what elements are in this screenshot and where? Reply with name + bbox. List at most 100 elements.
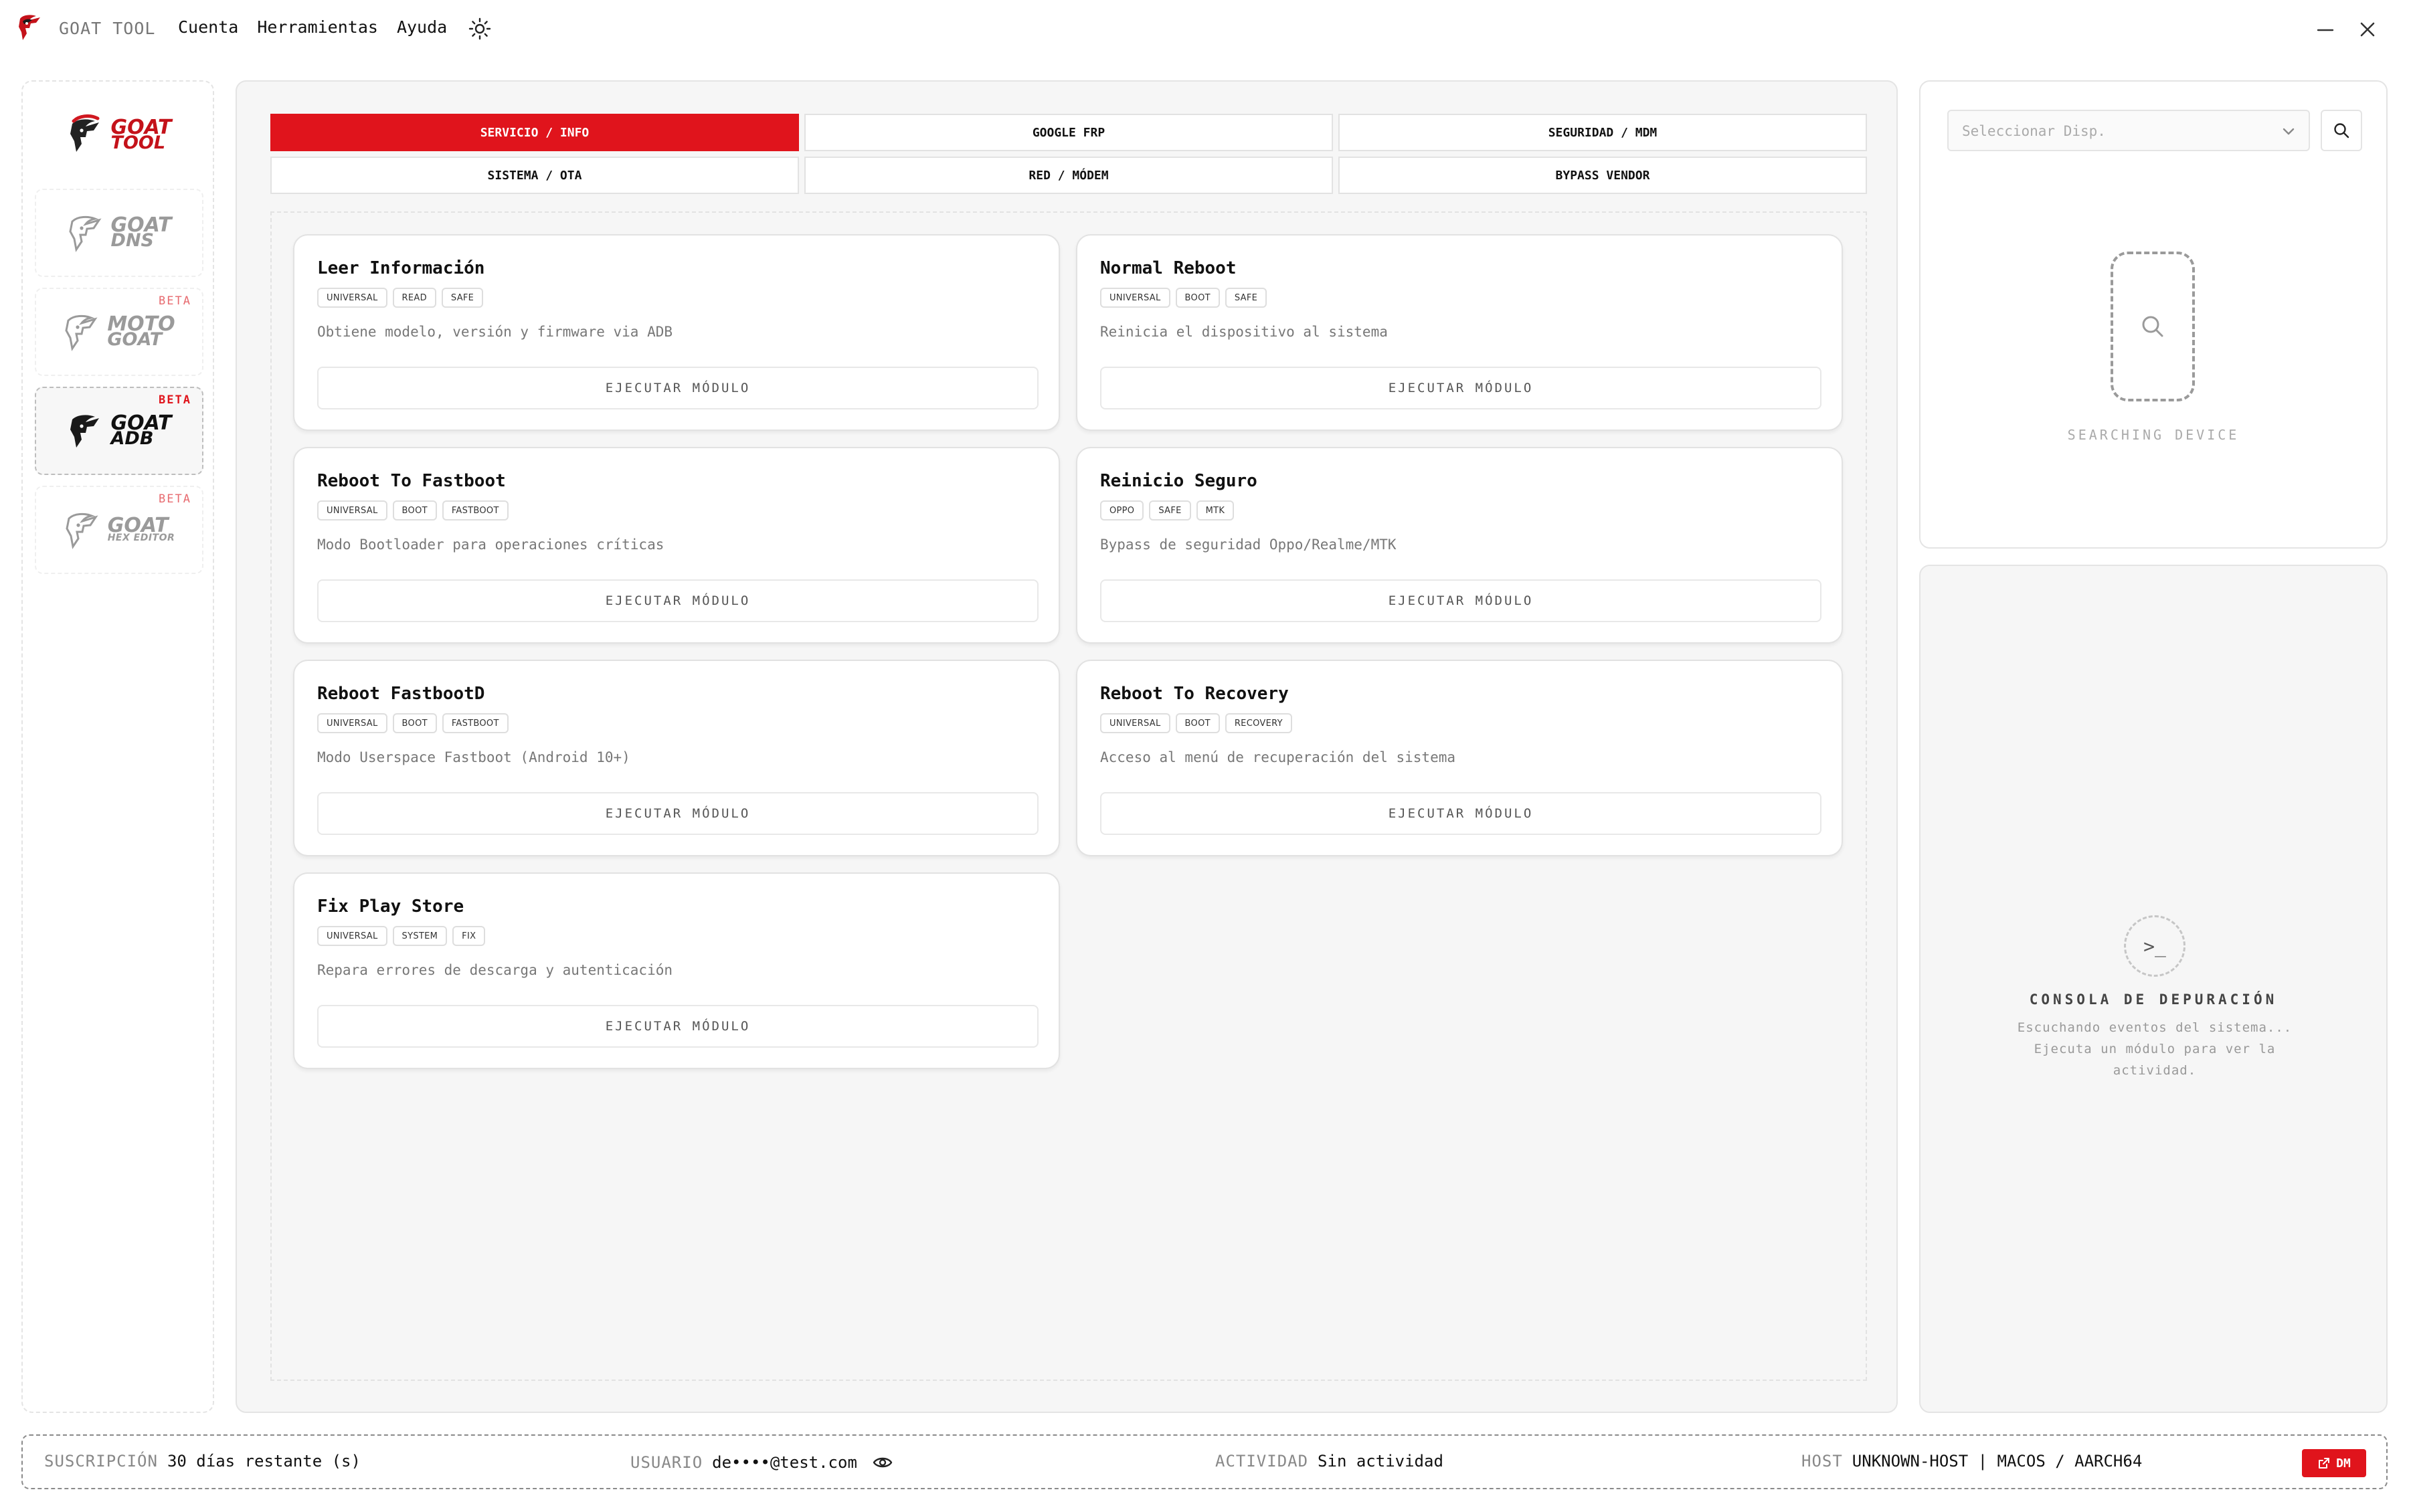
sidebar-item-moto-goat[interactable]: BETA MOTO GOAT [35, 288, 203, 376]
sidebar-item-goat-dns[interactable]: GOAT DNS [35, 189, 203, 277]
rail-brand-line2: HEX EDITOR [107, 532, 175, 543]
menu-bar: Cuenta Herramientas Ayuda [178, 17, 447, 37]
module-tag: MTK [1196, 500, 1235, 521]
menu-herramientas[interactable]: Herramientas [257, 17, 378, 37]
console-line: actividad. [2113, 1063, 2197, 1078]
module-title: Reboot To Recovery [1100, 684, 1289, 704]
module-tag: FASTBOOT [442, 713, 509, 733]
module-tags: UNIVERSAL SYSTEM FIX [317, 926, 486, 946]
module-tag: FASTBOOT [442, 500, 509, 521]
goat-head-icon [66, 512, 98, 549]
tool-sidebar: GOAT TOOL GOAT DNS BETA MOTO GOAT BETA G… [21, 80, 214, 1413]
module-tags: UNIVERSAL BOOT SAFE [1100, 288, 1267, 308]
run-module-button[interactable]: EJECUTAR MÓDULO [317, 579, 1039, 622]
dm-label: DM [2336, 1456, 2351, 1471]
console-line: Ejecuta un módulo para ver la [2034, 1042, 2276, 1056]
module-tags: UNIVERSAL READ SAFE [317, 288, 484, 308]
sun-icon[interactable] [468, 17, 491, 40]
device-status: SEARCHING DEVICE [2067, 427, 2240, 443]
module-description: Reinicia el dispositivo al sistema [1100, 324, 1388, 340]
chevron-down-icon [2283, 128, 2295, 135]
module-tag: READ [392, 288, 436, 308]
menu-ayuda[interactable]: Ayuda [397, 17, 447, 37]
goat-head-icon [70, 114, 100, 152]
module-tags: OPPO SAFE MTK [1100, 500, 1235, 521]
run-module-button[interactable]: EJECUTAR MÓDULO [317, 1005, 1039, 1048]
module-card: Leer Información UNIVERSAL READ SAFE Obt… [293, 234, 1060, 431]
search-device-button[interactable] [2321, 110, 2362, 151]
main-panel: SERVICIO / INFO GOOGLE FRP SEGURIDAD / M… [236, 80, 1898, 1413]
module-tag: UNIVERSAL [317, 288, 387, 308]
run-module-button[interactable]: EJECUTAR MÓDULO [317, 792, 1039, 835]
close-icon[interactable] [2357, 19, 2378, 40]
rail-brand-line1: GOAT [107, 513, 169, 537]
phone-placeholder [2111, 252, 2195, 401]
module-tag: UNIVERSAL [1100, 713, 1170, 733]
module-tag: SAFE [1149, 500, 1191, 521]
tab-seguridad-mdm[interactable]: SEGURIDAD / MDM [1338, 114, 1867, 151]
module-tags: UNIVERSAL BOOT FASTBOOT [317, 500, 509, 521]
module-description: Modo Userspace Fastboot (Android 10+) [317, 749, 630, 765]
module-title: Reboot To Fastboot [317, 471, 506, 491]
device-panel: Seleccionar Disp. SEARCHING DEVICE [1919, 80, 2388, 549]
console-line: Escuchando eventos del sistema... [2017, 1020, 2293, 1035]
debug-console: >_ CONSOLA DE DEPURACIÓN Escuchando even… [1919, 565, 2388, 1413]
module-card: Reboot To Recovery UNIVERSAL BOOT RECOVE… [1076, 660, 1843, 856]
run-module-button[interactable]: EJECUTAR MÓDULO [317, 367, 1039, 409]
module-card: Reboot FastbootD UNIVERSAL BOOT FASTBOOT… [293, 660, 1060, 856]
device-select[interactable]: Seleccionar Disp. [1947, 110, 2310, 151]
dm-button[interactable]: DM [2302, 1449, 2366, 1477]
user-value: de••••@test.com [712, 1453, 857, 1472]
module-title: Reinicio Seguro [1100, 471, 1257, 491]
terminal-icon: >_ [2124, 915, 2185, 977]
activity-status: ACTIVIDAD Sin actividad [1215, 1452, 1443, 1471]
run-module-button[interactable]: EJECUTAR MÓDULO [1100, 367, 1821, 409]
category-tabs: SERVICIO / INFO GOOGLE FRP SEGURIDAD / M… [270, 114, 1867, 194]
goat-logo-icon [19, 15, 40, 40]
module-tag: SAFE [1225, 288, 1267, 308]
goat-head-icon [65, 314, 98, 351]
module-tag: UNIVERSAL [1100, 288, 1170, 308]
module-title: Reboot FastbootD [317, 684, 485, 704]
tab-bypass-vendor[interactable]: BYPASS VENDOR [1338, 157, 1867, 194]
module-tag: RECOVERY [1225, 713, 1292, 733]
run-module-button[interactable]: EJECUTAR MÓDULO [1100, 579, 1821, 622]
goat-hex-editor-logo: GOAT HEX EDITOR [64, 509, 175, 551]
beta-badge: BETA [159, 294, 191, 308]
moto-goat-logo: MOTO GOAT [63, 311, 175, 353]
tab-google-frp[interactable]: GOOGLE FRP [804, 114, 1333, 151]
beta-badge: BETA [159, 492, 191, 506]
status-bar: SUSCRIPCIÓN 30 días restante (s) USUARIO… [21, 1434, 2388, 1489]
eye-icon[interactable] [872, 1452, 893, 1473]
module-description: Obtiene modelo, versión y firmware via A… [317, 324, 673, 340]
module-title: Leer Información [317, 258, 485, 278]
activity-value: Sin actividad [1318, 1452, 1443, 1471]
module-description: Bypass de seguridad Oppo/Realme/MTK [1100, 537, 1397, 553]
module-description: Acceso al menú de recuperación del siste… [1100, 749, 1456, 765]
module-tag: OPPO [1100, 500, 1144, 521]
host-value: UNKNOWN-HOST | MACOS / AARCH64 [1852, 1452, 2143, 1471]
tab-red-modem[interactable]: RED / MÓDEM [804, 157, 1333, 194]
sidebar-item-goat-hex-editor[interactable]: BETA GOAT HEX EDITOR [35, 486, 203, 574]
sidebar-item-goat-tool[interactable]: GOAT TOOL [35, 91, 203, 179]
user-label: USUARIO [630, 1453, 703, 1472]
module-tag: SAFE [441, 288, 484, 308]
menu-cuenta[interactable]: Cuenta [178, 17, 238, 37]
module-tag: BOOT [1175, 713, 1220, 733]
subscription-label: SUSCRIPCIÓN [44, 1452, 158, 1471]
module-tag: SYSTEM [392, 926, 448, 946]
host-label: HOST [1801, 1452, 1843, 1471]
minimize-icon[interactable] [2315, 20, 2335, 40]
module-tag: UNIVERSAL [317, 713, 387, 733]
search-icon [2334, 123, 2349, 138]
tab-servicio-info[interactable]: SERVICIO / INFO [270, 114, 799, 151]
sidebar-item-goat-adb[interactable]: BETA GOAT ADB [35, 387, 203, 475]
goat-head-icon [70, 415, 99, 448]
modules-grid: Leer Información UNIVERSAL READ SAFE Obt… [270, 211, 1867, 1381]
subscription-value: 30 días restante (s) [167, 1452, 361, 1471]
module-tag: UNIVERSAL [317, 500, 387, 521]
subscription-status: SUSCRIPCIÓN 30 días restante (s) [44, 1452, 361, 1471]
tab-sistema-ota[interactable]: SISTEMA / OTA [270, 157, 799, 194]
run-module-button[interactable]: EJECUTAR MÓDULO [1100, 792, 1821, 835]
module-tags: UNIVERSAL BOOT RECOVERY [1100, 713, 1292, 733]
